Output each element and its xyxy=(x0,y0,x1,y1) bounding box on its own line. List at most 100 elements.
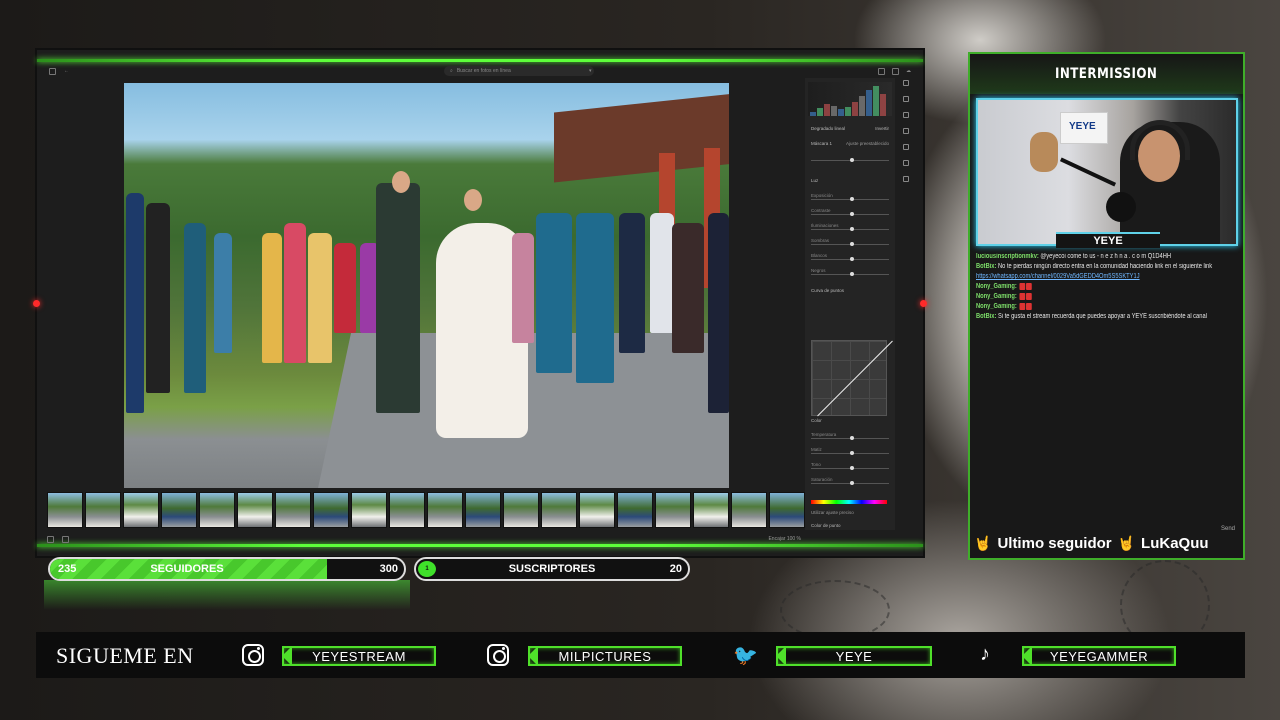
heal-icon[interactable] xyxy=(903,112,909,118)
filmstrip-thumbnail[interactable] xyxy=(313,492,349,528)
adjust-slider[interactable] xyxy=(811,436,889,440)
stream-panel: INTERMISSION YEYE YEYE luciousinscriptio… xyxy=(968,52,1245,560)
streamer-nameplate: YEYE xyxy=(1056,232,1160,248)
filmstrip-thumbnail[interactable] xyxy=(275,492,311,528)
chat-username[interactable]: Nony_Gaming: xyxy=(976,303,1018,310)
emote-icon xyxy=(1019,292,1025,300)
goal-glow xyxy=(44,580,410,610)
guest xyxy=(214,233,232,353)
chat-username[interactable]: Nony_Gaming: xyxy=(976,293,1018,300)
teddy-bear xyxy=(1030,132,1058,172)
chat-username[interactable]: BotBix: xyxy=(976,263,998,270)
histogram-bar xyxy=(817,108,823,116)
chat-text: Si te gusta el stream recuerda que puede… xyxy=(998,313,1207,320)
adjust-slider[interactable] xyxy=(811,212,889,216)
redeye-icon[interactable] xyxy=(903,144,909,150)
filmstrip-thumbnail[interactable] xyxy=(655,492,691,528)
help-icon[interactable] xyxy=(892,67,899,75)
edit-panel: Degradado lineal Invertir Máscara 1 Ajus… xyxy=(805,78,895,530)
point-color-checkbox[interactable]: Utilizar ajuste preciso xyxy=(811,510,889,515)
section-color[interactable]: Color xyxy=(811,418,889,423)
hue-bar[interactable] xyxy=(811,500,887,504)
social-tag-milpictures[interactable]: MILPICTURES xyxy=(528,646,682,666)
filmstrip-thumbnail[interactable] xyxy=(541,492,577,528)
adjust-slider[interactable] xyxy=(811,227,889,231)
presets-icon[interactable] xyxy=(903,160,909,166)
wedding-photo[interactable] xyxy=(124,83,729,488)
sidebar-toggle-icon[interactable] xyxy=(49,67,56,75)
crop-icon[interactable] xyxy=(903,96,909,102)
last-follower-name: LuKaQuu xyxy=(1141,534,1209,552)
back-icon[interactable]: ← xyxy=(64,68,69,74)
guest xyxy=(284,223,306,363)
filmstrip-thumbnail[interactable] xyxy=(693,492,729,528)
chat-username[interactable]: BotBix: xyxy=(976,313,998,320)
histogram-bar xyxy=(810,112,816,116)
filmstrip-thumbnail[interactable] xyxy=(123,492,159,528)
zoom-value[interactable]: 100 % xyxy=(787,536,801,542)
histogram-bar xyxy=(845,107,851,116)
social-tag-yeyestream[interactable]: YEYESTREAM xyxy=(282,646,436,666)
filmstrip-thumbnail[interactable] xyxy=(769,492,805,528)
filmstrip-thumbnail[interactable] xyxy=(731,492,767,528)
social-tag-yeye[interactable]: YEYE xyxy=(776,646,932,666)
section-color-punto[interactable]: Color de punto xyxy=(811,523,889,528)
followers-target: 300 xyxy=(379,563,398,575)
filmstrip-thumbnail[interactable] xyxy=(389,492,425,528)
adjust-slider[interactable] xyxy=(811,257,889,261)
red-led xyxy=(920,300,927,307)
chat-text: @yeyecoi come to us - n e z h n a . c o … xyxy=(1040,253,1172,260)
filter-icon[interactable]: ▾ xyxy=(589,68,592,74)
chat-message: BotBix: Si te gusta el stream recuerda q… xyxy=(976,312,1238,322)
green-glow-line xyxy=(37,544,923,547)
histogram xyxy=(808,82,892,116)
mask-label: Máscara 1 xyxy=(811,141,833,146)
amount-slider[interactable] xyxy=(811,158,889,162)
mask-icon[interactable] xyxy=(903,128,909,134)
filmstrip-thumbnail[interactable] xyxy=(465,492,501,528)
chat-message: Nony_Gaming: xyxy=(976,302,1238,312)
tone-curve[interactable] xyxy=(811,340,893,417)
chat-username[interactable]: luciousinscriptionmkv: xyxy=(976,253,1040,260)
social-tag-yeyegammer[interactable]: YEYEGAMMER xyxy=(1022,646,1176,666)
green-glow-line xyxy=(37,59,923,62)
adjust-slider[interactable] xyxy=(811,466,889,470)
adjust-slider[interactable] xyxy=(811,451,889,455)
mic-arm xyxy=(1059,157,1117,187)
editor-statusbar: Encajar 100 % xyxy=(47,534,911,544)
filmstrip-thumbnail[interactable] xyxy=(85,492,121,528)
emote-icon xyxy=(1019,302,1025,310)
versions-icon[interactable] xyxy=(903,176,909,182)
grid-view-icon[interactable] xyxy=(47,535,54,543)
filmstrip[interactable] xyxy=(47,492,805,528)
search-input[interactable]: ⌕ Buscar en fotos en línea xyxy=(444,66,594,76)
chat-link[interactable]: https://whatsapp.com/channel/0029Va5dGED… xyxy=(976,273,1140,280)
adjust-slider[interactable] xyxy=(811,242,889,246)
filmstrip-thumbnail[interactable] xyxy=(503,492,539,528)
cloud-icon[interactable]: ☁ xyxy=(906,68,911,74)
filmstrip-thumbnail[interactable] xyxy=(427,492,463,528)
chat-username[interactable]: Nony_Gaming: xyxy=(976,283,1018,290)
tattoo-decoration xyxy=(780,580,890,640)
invert-toggle[interactable]: Invertir xyxy=(875,126,889,131)
single-view-icon[interactable] xyxy=(62,535,69,543)
adjust-slider[interactable] xyxy=(811,481,889,485)
filmstrip-thumbnail[interactable] xyxy=(351,492,387,528)
preset-dropdown[interactable]: Ajuste preestablecido xyxy=(846,141,889,146)
section-curva[interactable]: Curva de puntos xyxy=(811,288,889,293)
section-luz[interactable]: Luz xyxy=(811,178,889,183)
filmstrip-thumbnail[interactable] xyxy=(47,492,83,528)
guest xyxy=(126,193,144,413)
last-follower: 🤘 Ultimo seguidor 🤘 LuKaQuu xyxy=(974,530,1240,556)
filmstrip-thumbnail[interactable] xyxy=(579,492,615,528)
adjust-slider[interactable] xyxy=(811,197,889,201)
histogram-bar xyxy=(831,106,837,116)
filmstrip-thumbnail[interactable] xyxy=(617,492,653,528)
adjust-slider[interactable] xyxy=(811,272,889,276)
microphone xyxy=(1106,192,1136,222)
filmstrip-thumbnail[interactable] xyxy=(161,492,197,528)
share-icon[interactable] xyxy=(878,67,885,75)
filmstrip-thumbnail[interactable] xyxy=(237,492,273,528)
edit-icon[interactable] xyxy=(903,80,909,86)
filmstrip-thumbnail[interactable] xyxy=(199,492,235,528)
